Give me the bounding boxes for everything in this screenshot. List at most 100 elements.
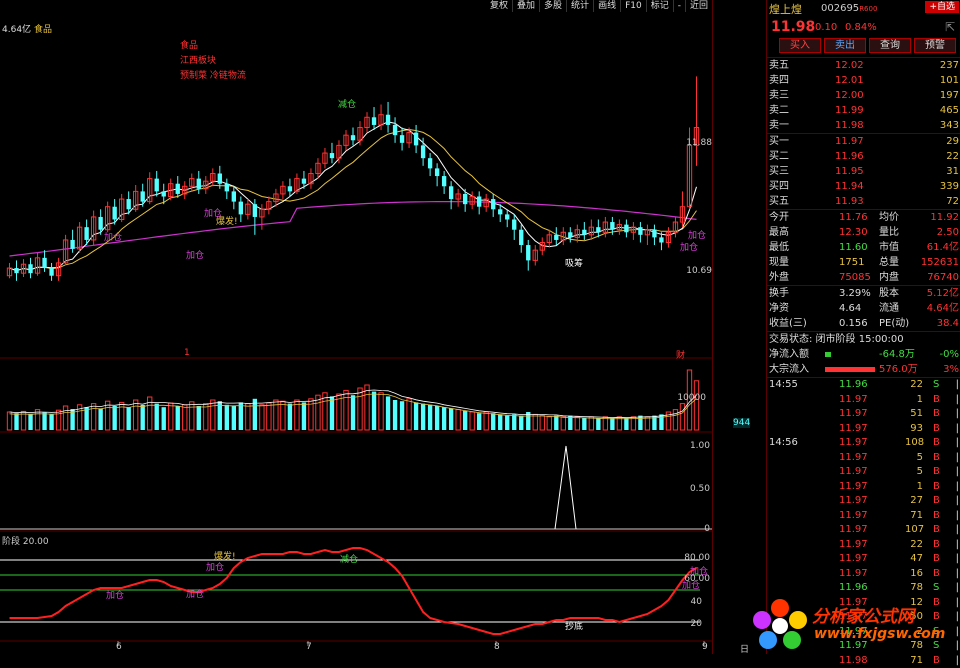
tick-bar: | [956,509,959,524]
toolbar-draw-button[interactable]: 画线 [593,0,620,12]
price-change-pct: 0.84% [845,22,877,33]
volume-bar [505,416,509,430]
expand-icon[interactable]: ⇱ [945,20,955,34]
signal-baofa: 爆发! [216,214,238,227]
candle-body [652,230,656,238]
tick-side: B [933,480,940,495]
toolbar-recent-button[interactable]: 近回 [685,0,712,12]
volume-bar [358,388,362,430]
sell-button[interactable]: 卖出 [824,38,866,53]
candle-body [218,174,222,184]
tick-price: 11.97 [839,538,868,553]
toolbar-fuquan-button[interactable]: 复权 [486,0,512,12]
toolbar-minus-button[interactable]: - [673,0,685,12]
volume-bar [575,417,579,430]
stats2-row: 换手3.29%股本5.12亿 [767,286,960,301]
alert-button[interactable]: 预警 [914,38,956,53]
volume-bar [407,399,411,430]
volume-bar [512,414,516,430]
volume-bar [288,404,292,430]
query-button[interactable]: 查询 [869,38,911,53]
tick-volume: 5 [905,451,923,466]
volume-bar [28,414,32,430]
bids-label: 买三 [769,164,789,179]
watermark-title: 分析家公式网 [812,602,914,627]
stock-name: 煌上煌 [769,1,802,17]
volume-bar [456,410,460,430]
tick-row: 11.9716B| [767,567,960,582]
volume-bar [498,414,502,430]
chart-header: 4.64亿食品 [2,22,52,35]
volume-bar [204,404,208,430]
candle-body [554,235,558,240]
volume-bar [351,395,355,430]
stats1-value-a: 75085 [839,270,871,285]
flow-pct: -0% [940,347,959,362]
toolbar-overlay-button[interactable]: 叠加 [512,0,539,12]
bids-price: 11.95 [835,164,864,179]
stats1-label-a: 最低 [769,240,789,255]
date-axis-9: 9 [702,642,708,652]
bids-volume: 31 [946,164,959,179]
asks-label: 卖三 [769,88,789,103]
marker-cai: 财 [676,348,685,361]
tick-price: 11.97 [839,480,868,495]
kline-chart-area[interactable]: 复权 叠加 多股 统计 画线 F10 标记 - 近回 4.64亿食品 食品 江西… [0,0,712,654]
signal-xichou: 吸筹 [565,256,583,269]
watermark-url: www.fxjgsw.com [814,626,945,642]
stats1-label-a: 现量 [769,255,789,270]
bids-label: 买二 [769,149,789,164]
tick-row: 11.9747B| [767,552,960,567]
add-watchlist-button[interactable]: +自选 [925,1,959,13]
buy-button[interactable]: 买入 [779,38,821,53]
signal-jiancang: 减仓 [338,97,356,110]
candle-body [49,268,53,276]
tick-bar: | [956,552,959,567]
site-watermark: 分析家公式网 www.fxjgsw.com [752,598,960,650]
volume-bar [344,390,348,430]
ind2-axis-40: 40 [691,597,702,607]
trade-buttons: 买入 卖出 查询 预警 [767,37,960,57]
stats1-label-a: 外盘 [769,270,789,285]
toolbar-multi-stock-button[interactable]: 多股 [539,0,566,12]
bids-row: 买一11.9729 [767,134,960,149]
flow-label: 净流入额 [769,347,809,362]
stats2-label-b: PE(动) [879,316,909,331]
candle-body [624,225,628,233]
volume-bar [400,401,404,430]
candle-body [477,197,481,207]
tick-side: S [933,581,939,596]
candle-body [659,237,663,242]
tick-side: S [933,378,939,393]
volume-bar [533,414,537,430]
candle-body [98,217,102,230]
tick-time: 14:55 [769,378,798,393]
flow-value: 576.0万 [879,362,918,377]
toolbar-f10-button[interactable]: F10 [620,0,646,12]
bids-price: 11.93 [835,194,864,209]
tick-side: B [933,407,940,422]
tick-row: 11.975B| [767,451,960,466]
chart-header-value: 4.64亿 [2,25,31,35]
annotation-region: 江西板块 [180,53,216,66]
toolbar-stats-button[interactable]: 统计 [566,0,593,12]
volume-bar [190,402,194,430]
money-flow: 净流入额-64.8万-0%大宗流入576.0万3% [767,347,960,377]
candle-body [568,232,572,237]
tick-price: 11.98 [839,654,868,668]
stats2-label-a: 净资 [769,301,789,316]
candle-body [225,184,229,192]
volume-bar [463,411,467,430]
stats1-row: 今开11.76均价11.92 [767,210,960,225]
volume-bar [112,406,116,430]
volume-bar [239,402,243,430]
osc-signal-chaodi: 抄底 [565,619,583,632]
toolbar-mark-button[interactable]: 标记 [646,0,673,12]
volume-bar [435,406,439,430]
volume-bar [176,406,180,430]
annotation-sector: 食品 [180,38,198,51]
chart-header-sector: 食品 [34,25,52,35]
candle-body [610,222,614,230]
volume-bar [155,404,159,430]
tick-price: 11.96 [839,581,868,596]
